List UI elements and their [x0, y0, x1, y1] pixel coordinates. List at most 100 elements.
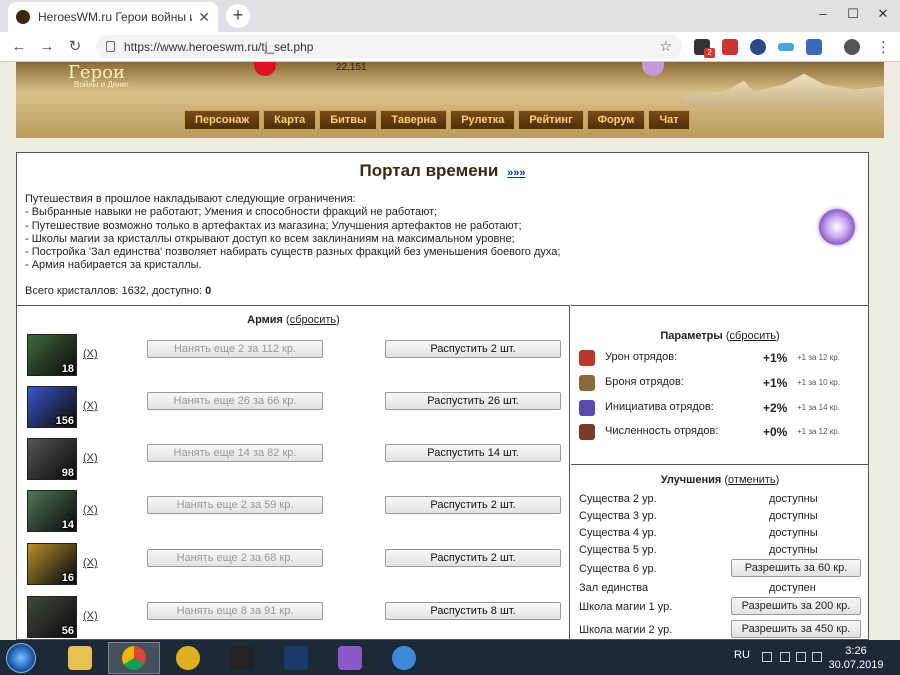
tray-arrow-icon[interactable] — [762, 652, 772, 662]
nav-chat[interactable]: Чат — [648, 110, 690, 130]
system-clock[interactable]: 3:26 30.07.2019 — [826, 644, 886, 672]
close-window-icon[interactable]: ✕ — [868, 0, 898, 28]
army-unit-row: 14 (X) Нанять еще 2 за 59 кр. Распустить… — [27, 490, 567, 534]
army-unit-row: 98 (X) Нанять еще 14 за 82 кр. Распустит… — [27, 438, 567, 482]
unit-remove-link[interactable]: (X) — [83, 452, 98, 464]
nav-character[interactable]: Персонаж — [184, 110, 261, 130]
army-title: Армия — [247, 314, 283, 326]
nav-battles[interactable]: Битвы — [319, 110, 378, 130]
dismiss-unit-button[interactable]: Распустить 2 шт. — [385, 340, 561, 358]
unit-portrait[interactable]: 16 — [27, 543, 77, 585]
dismiss-unit-button[interactable]: Распустить 26 шт. — [385, 392, 561, 410]
army-reset-link[interactable]: сбросить — [290, 314, 336, 326]
upgrades-cancel-link[interactable]: отменить — [728, 474, 776, 486]
unit-portrait[interactable]: 98 — [27, 438, 77, 480]
nav-rating[interactable]: Рейтинг — [518, 110, 584, 130]
cloud-extension-icon[interactable] — [778, 43, 794, 51]
unit-remove-link[interactable]: (X) — [83, 348, 98, 360]
upgrade-row: Школа магии 2 ур. Разрешить за 450 кр. — [579, 620, 868, 639]
volume-icon[interactable] — [812, 652, 822, 662]
globe-extension-icon[interactable] — [750, 39, 766, 55]
new-tab-button[interactable]: + — [226, 4, 250, 28]
upgrade-label: Существа 4 ур. — [579, 527, 657, 539]
close-tab-icon[interactable]: ✕ — [198, 9, 210, 26]
forward-icon[interactable]: → — [36, 36, 58, 58]
hire-unit-button[interactable]: Нанять еще 2 за 112 кр. — [147, 340, 323, 358]
site-favicon-icon — [16, 10, 30, 24]
unit-portrait[interactable]: 56 — [27, 596, 77, 638]
troops-icon[interactable] — [579, 424, 595, 440]
browser-tab[interactable]: HeroesWM.ru Герои войны и де ✕ — [8, 2, 218, 32]
army-section: Армия (сбросить) 18 (X) Нанять еще 2 за … — [17, 305, 570, 639]
param-cost: +1 за 12 кр. — [797, 353, 840, 362]
unit-remove-link[interactable]: (X) — [83, 557, 98, 569]
param-value: +1% — [763, 376, 788, 390]
shield-icon[interactable] — [579, 375, 595, 391]
portal-more-link[interactable]: »»» — [507, 167, 525, 179]
clock-time: 3:26 — [845, 645, 867, 657]
param-row: Инициатива отрядов: +2% +1 за 14 кр. — [579, 398, 868, 418]
taskbar-app[interactable] — [324, 642, 376, 674]
unit-count: 156 — [55, 415, 74, 427]
param-value: +2% — [763, 401, 788, 415]
upgrade-row: Существа 3 ур. доступны — [579, 508, 868, 525]
bookmark-star-icon[interactable]: ☆ — [659, 38, 672, 55]
nav-forum[interactable]: Форум — [586, 110, 646, 130]
initiative-icon[interactable] — [579, 400, 595, 416]
taskbar-app[interactable] — [378, 642, 430, 674]
hire-unit-button[interactable]: Нанять еще 26 за 66 кр. — [147, 392, 323, 410]
dismiss-unit-button[interactable]: Распустить 2 шт. — [385, 496, 561, 514]
taskbar-explorer[interactable] — [54, 642, 106, 674]
nav-tavern[interactable]: Таверна — [380, 110, 448, 130]
back-icon[interactable]: ← — [8, 36, 30, 58]
unit-portrait[interactable]: 14 — [27, 490, 77, 532]
taskbar-app[interactable] — [162, 642, 214, 674]
dismiss-unit-button[interactable]: Распустить 14 шт. — [385, 444, 561, 462]
browser-menu-icon[interactable]: ⋮ — [876, 38, 891, 56]
unit-portrait[interactable]: 18 — [27, 334, 77, 376]
taskbar-app[interactable] — [216, 642, 268, 674]
unit-remove-link[interactable]: (X) — [83, 504, 98, 516]
upgrade-status: доступны — [769, 510, 818, 522]
profile-avatar[interactable] — [844, 39, 860, 55]
url-text[interactable]: https://www.heroeswm.ru/tj_set.php — [124, 40, 313, 54]
unit-remove-link[interactable]: (X) — [83, 400, 98, 412]
params-reset-link[interactable]: сбросить — [730, 330, 776, 342]
sword-icon[interactable] — [579, 350, 595, 366]
taskbar-chrome[interactable] — [108, 642, 160, 674]
upgrades-title: Улучшения — [660, 474, 722, 486]
hire-unit-button[interactable]: Нанять еще 2 за 68 кр. — [147, 549, 323, 567]
unit-remove-link[interactable]: (X) — [83, 610, 98, 622]
taskbar-app[interactable] — [270, 642, 322, 674]
app-extension-icon[interactable] — [806, 39, 822, 55]
hire-unit-button[interactable]: Нанять еще 2 за 59 кр. — [147, 496, 323, 514]
portal-crystal-icon — [819, 209, 855, 245]
hire-unit-button[interactable]: Нанять еще 14 за 82 кр. — [147, 444, 323, 462]
tray-app-icon[interactable] — [780, 652, 790, 662]
section-divider — [571, 464, 868, 465]
crystals-label: Всего кристаллов: 1632, доступно: — [25, 285, 203, 297]
hire-unit-button[interactable]: Нанять еще 8 за 91 кр. — [147, 602, 323, 620]
dismiss-unit-button[interactable]: Распустить 8 шт. — [385, 602, 561, 620]
dismiss-unit-button[interactable]: Распустить 2 шт. — [385, 549, 561, 567]
pdf-extension-icon[interactable] — [722, 39, 738, 55]
nav-map[interactable]: Карта — [263, 110, 317, 130]
upgrade-status: доступен — [769, 582, 816, 594]
start-button[interactable] — [6, 643, 36, 673]
army-unit-row: 16 (X) Нанять еще 2 за 68 кр. Распустить… — [27, 543, 567, 587]
language-indicator[interactable]: RU — [734, 649, 750, 661]
unlock-button[interactable]: Разрешить за 60 кр. — [731, 559, 861, 577]
minimize-icon[interactable]: – — [808, 0, 838, 28]
maximize-icon[interactable]: ☐ — [838, 0, 868, 28]
clock-date: 30.07.2019 — [828, 659, 884, 671]
unit-portrait[interactable]: 156 — [27, 386, 77, 428]
nav-roulette[interactable]: Рулетка — [450, 110, 516, 130]
address-bar[interactable]: https://www.heroeswm.ru/tj_set.php ☆ — [96, 35, 682, 59]
param-label: Броня отрядов: — [605, 376, 684, 388]
unlock-button[interactable]: Разрешить за 200 кр. — [731, 597, 861, 615]
unlock-button[interactable]: Разрешить за 450 кр. — [731, 620, 861, 638]
reload-icon[interactable]: ↻ — [64, 36, 86, 58]
chrome-icon — [122, 646, 146, 670]
network-icon[interactable] — [796, 652, 806, 662]
army-unit-row: 18 (X) Нанять еще 2 за 112 кр. Распустит… — [27, 334, 567, 378]
